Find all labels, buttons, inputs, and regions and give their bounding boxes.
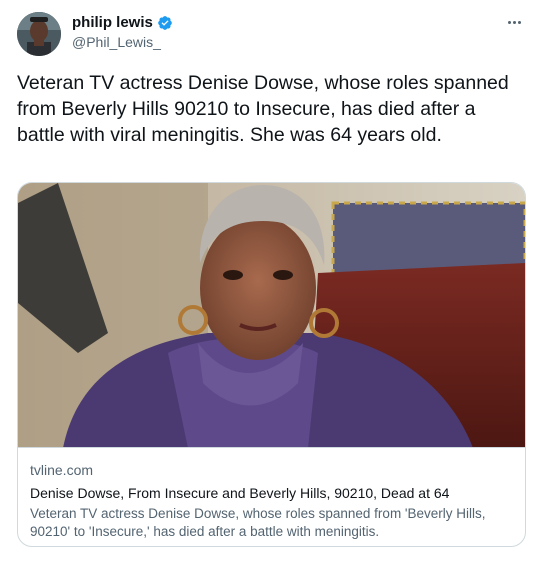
card-info: tvline.com Denise Dowse, From Insecure a… — [30, 461, 510, 541]
more-options-icon[interactable] — [502, 12, 526, 32]
user-handle[interactable]: @Phil_Lewis_ — [72, 34, 161, 50]
display-name[interactable]: philip lewis — [72, 14, 153, 31]
tweet: philip lewis @Phil_Lewis_ Veteran TV act… — [0, 0, 541, 566]
card-title: Denise Dowse, From Insecure and Beverly … — [30, 485, 450, 501]
avatar[interactable] — [17, 12, 61, 56]
author-name-row: philip lewis — [72, 14, 173, 31]
card-description: Veteran TV actress Denise Dowse, whose r… — [30, 506, 486, 539]
link-preview-card[interactable]: tvline.com Denise Dowse, From Insecure a… — [17, 182, 526, 547]
card-image[interactable] — [18, 183, 525, 448]
verified-badge-icon — [157, 15, 173, 31]
card-domain: tvline.com — [30, 462, 94, 478]
tweet-text: Veteran TV actress Denise Dowse, whose r… — [17, 72, 509, 146]
